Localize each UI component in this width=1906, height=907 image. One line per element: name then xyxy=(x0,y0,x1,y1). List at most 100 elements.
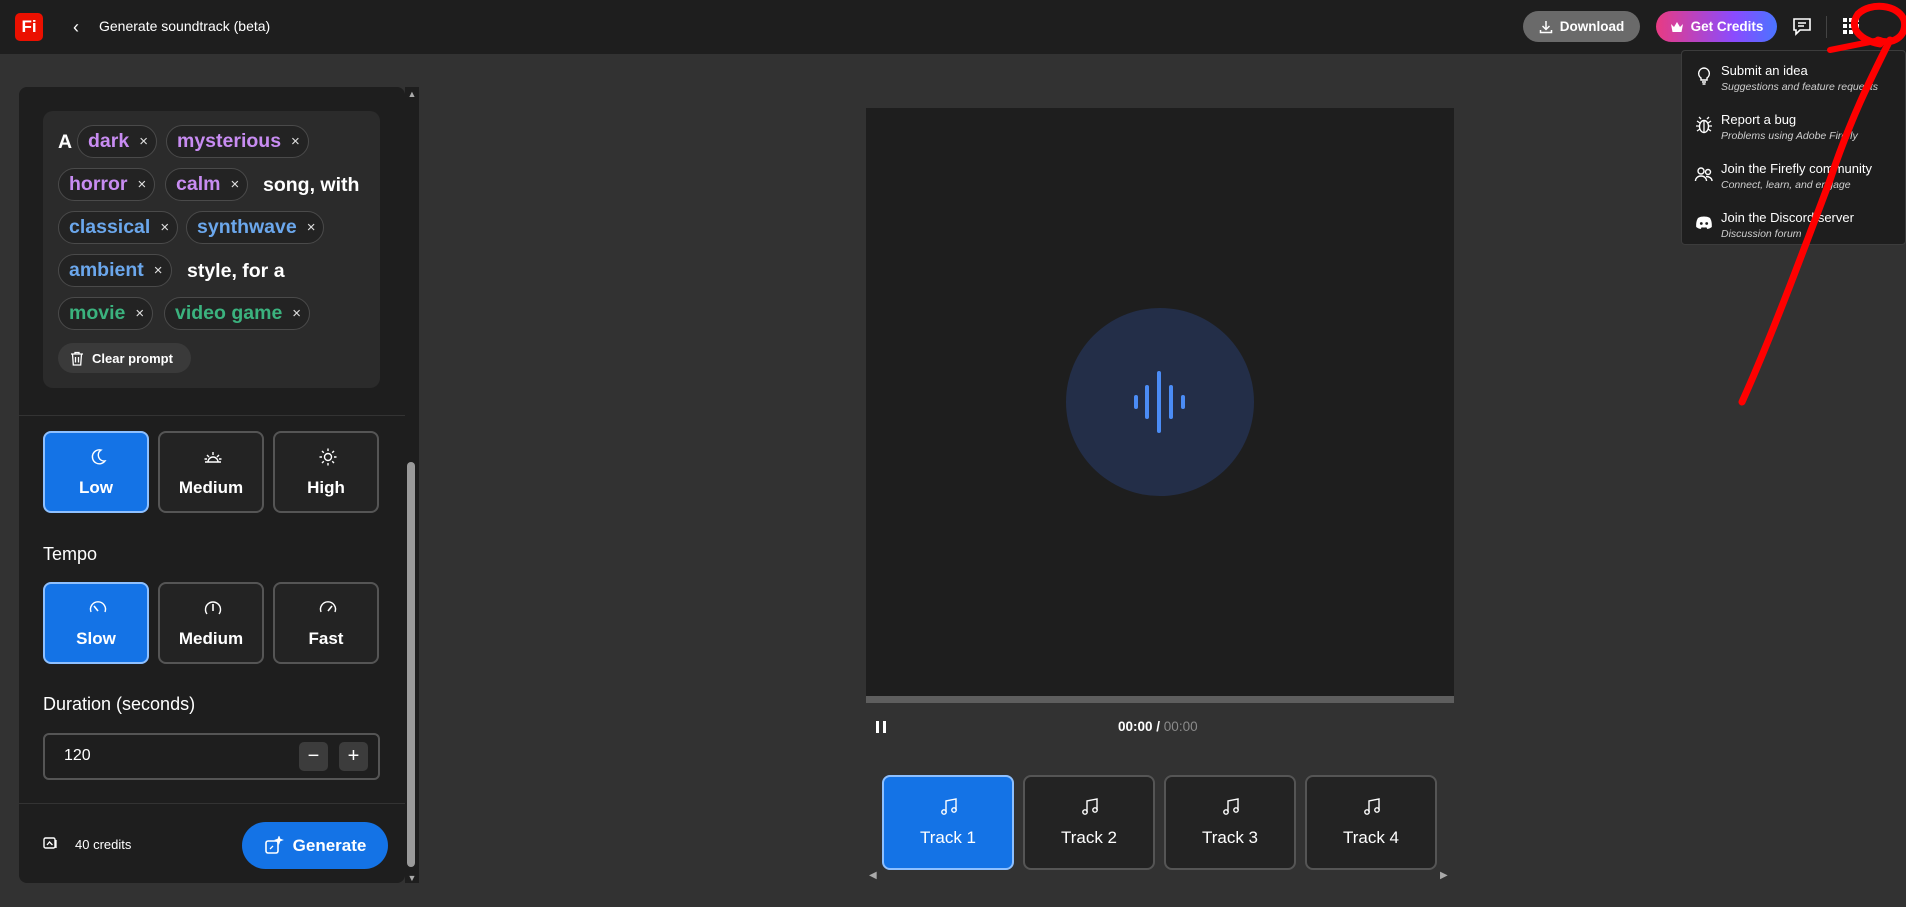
firefly-logo[interactable]: Fi xyxy=(15,13,43,41)
music-note-icon xyxy=(1364,798,1380,815)
get-credits-label: Get Credits xyxy=(1690,19,1764,34)
scrollbar-thumb[interactable] xyxy=(407,462,415,867)
track-2-button[interactable]: Track 2 xyxy=(1023,775,1155,870)
prompt-chip-dark[interactable]: dark × xyxy=(77,125,157,158)
prompt-chip-synthwave[interactable]: synthwave × xyxy=(186,211,325,244)
discord-icon xyxy=(1696,216,1712,229)
remove-chip-icon[interactable]: × xyxy=(138,176,147,193)
tempo-option-medium[interactable]: Medium xyxy=(158,582,264,664)
track-4-button[interactable]: Track 4 xyxy=(1305,775,1437,870)
music-note-icon xyxy=(941,798,957,815)
option-label: Medium xyxy=(178,478,244,497)
prompt-text-song-with: song, with xyxy=(263,174,360,196)
energy-option-high[interactable]: High xyxy=(273,431,379,513)
download-icon xyxy=(1539,20,1552,33)
prompt-text-style-for-a: style, for a xyxy=(187,260,285,282)
track-label: Track 3 xyxy=(1201,828,1259,847)
tempo-option-slow[interactable]: Slow xyxy=(43,582,149,664)
feedback-icon[interactable] xyxy=(1791,15,1813,37)
track-label: Track 2 xyxy=(1060,828,1118,847)
help-menu: Submit an idea Suggestions and feature r… xyxy=(1681,50,1906,245)
get-credits-button[interactable]: Get Credits xyxy=(1656,11,1777,42)
chip-label: movie xyxy=(69,302,126,324)
community-icon xyxy=(1694,167,1713,182)
prompt-chip-horror[interactable]: horror × xyxy=(58,168,156,201)
playback-progress-bar[interactable] xyxy=(866,696,1454,703)
top-bar: Fi ‹ Generate soundtrack (beta) Download… xyxy=(0,0,1906,54)
increment-button[interactable]: + xyxy=(339,742,368,771)
menu-item-firefly-community[interactable]: Join the Firefly community Connect, lear… xyxy=(1682,153,1905,197)
menu-item-submit-idea[interactable]: Submit an idea Suggestions and feature r… xyxy=(1682,55,1905,99)
credits-count: 40 credits xyxy=(75,837,132,852)
remove-chip-icon[interactable]: × xyxy=(292,305,301,322)
menu-item-report-bug[interactable]: Report a bug Problems using Adobe Firefl… xyxy=(1682,104,1905,148)
remove-chip-icon[interactable]: × xyxy=(160,219,169,236)
duration-stepper[interactable]: 120 − + xyxy=(43,733,380,780)
menu-item-title: Join the Firefly community xyxy=(1721,161,1872,176)
music-note-icon xyxy=(1223,798,1239,815)
scroll-down-icon[interactable]: ▼ xyxy=(406,873,418,883)
option-label: Medium xyxy=(178,629,244,648)
prompt-chip-calm[interactable]: calm × xyxy=(165,168,249,201)
prompt-chip-classical[interactable]: classical × xyxy=(58,211,179,244)
prompt-chip-movie[interactable]: movie × xyxy=(58,297,154,330)
pause-icon[interactable] xyxy=(872,717,890,737)
header-divider xyxy=(1826,16,1827,38)
time-separator: / xyxy=(1152,719,1164,734)
duration-label: Duration (seconds) xyxy=(43,694,196,714)
prompt-chip-video-game[interactable]: video game × xyxy=(164,297,311,330)
prompt-chip-mysterious[interactable]: mysterious × xyxy=(166,125,309,158)
back-button[interactable]: ‹ xyxy=(66,16,86,38)
tempo-option-fast[interactable]: Fast xyxy=(273,582,379,664)
current-time: 00:00 xyxy=(1118,719,1153,734)
remove-chip-icon[interactable]: × xyxy=(139,133,148,150)
moon-icon xyxy=(91,449,107,465)
chip-label: synthwave xyxy=(197,216,297,238)
settings-panel: A dark × mysterious × horror × calm × song, … xyxy=(19,87,405,883)
option-label: High xyxy=(307,478,345,497)
gauge-medium-icon xyxy=(204,601,222,615)
apps-grid-icon[interactable] xyxy=(1840,15,1862,37)
menu-item-title: Report a bug xyxy=(1721,112,1797,127)
remove-chip-icon[interactable]: × xyxy=(307,219,316,236)
remove-chip-icon[interactable]: × xyxy=(154,262,163,279)
total-time: 00:00 xyxy=(1163,719,1198,734)
trash-icon xyxy=(71,351,83,366)
tempo-label: Tempo xyxy=(43,544,98,564)
track-1-button[interactable]: Track 1 xyxy=(882,775,1014,870)
credits-icon xyxy=(43,837,57,849)
decrement-button[interactable]: − xyxy=(299,742,328,771)
option-label: Slow xyxy=(76,629,116,648)
generate-button[interactable]: Generate xyxy=(242,822,388,869)
chip-label: classical xyxy=(69,216,151,238)
option-label: Fast xyxy=(308,629,344,648)
remove-chip-icon[interactable]: × xyxy=(230,176,239,193)
menu-item-subtitle: Discussion forum xyxy=(1721,228,1802,240)
energy-option-medium[interactable]: Medium xyxy=(158,431,264,513)
track-3-button[interactable]: Track 3 xyxy=(1164,775,1296,870)
menu-item-discord[interactable]: Join the Discord server Discussion forum xyxy=(1682,202,1905,244)
clear-prompt-button[interactable]: Clear prompt xyxy=(58,343,191,373)
generate-label: Generate xyxy=(292,835,367,855)
sun-icon xyxy=(319,448,337,466)
remove-chip-icon[interactable]: × xyxy=(291,133,300,150)
download-label: Download xyxy=(1559,19,1625,34)
chip-label: mysterious xyxy=(177,130,282,152)
scroll-right-icon[interactable]: ▶ xyxy=(1440,870,1448,881)
menu-item-subtitle: Suggestions and feature requests xyxy=(1721,81,1879,93)
prompt-chip-ambient[interactable]: ambient × xyxy=(58,254,172,287)
track-label: Track 1 xyxy=(919,828,977,847)
duration-input[interactable]: 120 xyxy=(64,747,91,765)
scroll-up-icon[interactable]: ▲ xyxy=(406,89,418,99)
page-title: Generate soundtrack (beta) xyxy=(99,18,271,34)
chip-label: dark xyxy=(88,130,130,152)
download-button[interactable]: Download xyxy=(1523,11,1640,42)
scroll-left-icon[interactable]: ◀ xyxy=(869,870,877,881)
track-label: Track 4 xyxy=(1342,828,1400,847)
gauge-slow-icon xyxy=(89,601,107,613)
remove-chip-icon[interactable]: × xyxy=(135,305,144,322)
section-divider xyxy=(19,415,405,416)
waveform-icon xyxy=(1134,371,1185,433)
chip-label: calm xyxy=(176,173,221,195)
energy-option-low[interactable]: Low xyxy=(43,431,149,513)
